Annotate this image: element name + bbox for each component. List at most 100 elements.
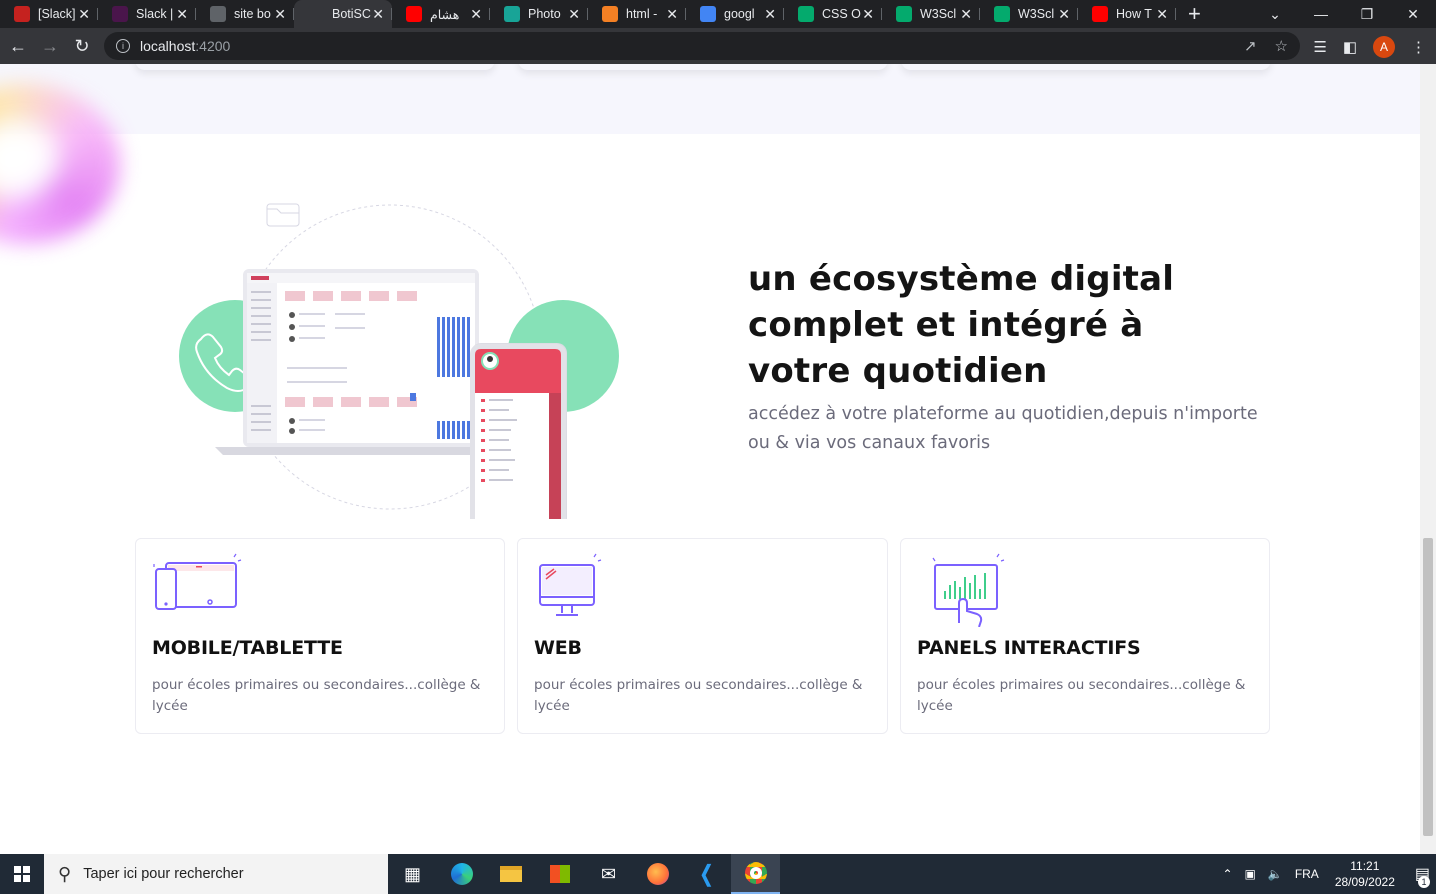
windows-logo-icon	[14, 866, 30, 882]
card-title: MOBILE/TABLETTE	[152, 637, 343, 659]
clock-time: 11:21	[1350, 859, 1380, 873]
angular-icon	[308, 6, 324, 22]
address-bar[interactable]: i localhost:4200 ↗ ☆	[104, 32, 1300, 60]
hero-title-line: complet et intégré à	[748, 305, 1144, 345]
tray-chevron-icon[interactable]: ⌃	[1222, 867, 1232, 881]
tab-close-icon[interactable]: ✕	[1058, 6, 1070, 23]
start-button[interactable]	[0, 854, 44, 894]
browser-tab[interactable]: هشام ✕	[392, 0, 490, 28]
tab-title: W3Scl	[920, 7, 957, 21]
card-web[interactable]: WEB pour écoles primaires ou secondaires…	[517, 538, 888, 734]
forward-button[interactable]: →	[34, 36, 66, 57]
card-title: WEB	[534, 637, 582, 659]
taskbar-search-placeholder: Taper ici pour rechercher	[83, 866, 244, 882]
task-view-icon[interactable]: ▦	[388, 854, 437, 894]
tab-title: Slack |	[136, 7, 174, 21]
hero-title-line: votre quotidien	[748, 351, 1048, 391]
page-scrollbar[interactable]	[1420, 64, 1436, 854]
tab-close-icon[interactable]: ✕	[960, 6, 972, 23]
clock[interactable]: 11:21 28/09/2022	[1335, 858, 1395, 890]
reload-button[interactable]: ↻	[66, 36, 98, 57]
browser-tab[interactable]: W3Scl ✕	[980, 0, 1078, 28]
tab-close-icon[interactable]: ✕	[1156, 6, 1168, 23]
tab-close-icon[interactable]: ✕	[372, 6, 384, 23]
store-icon[interactable]	[535, 854, 584, 894]
new-tab-button[interactable]: +	[1188, 1, 1201, 27]
taskbar-search-box[interactable]: ⚲ Taper ici pour rechercher	[44, 854, 388, 894]
url-host: localhost	[140, 38, 196, 54]
share-icon[interactable]: ↗	[1244, 37, 1257, 55]
browser-tab[interactable]: site bo ✕	[196, 0, 294, 28]
profile-avatar[interactable]: A	[1373, 36, 1395, 58]
google-icon	[700, 6, 716, 22]
browser-tab[interactable]: BotiSC ✕	[294, 0, 392, 28]
chrome-icon[interactable]	[731, 854, 780, 894]
file-explorer-icon[interactable]	[486, 854, 535, 894]
scrollbar-thumb[interactable]	[1423, 538, 1433, 836]
mail-icon[interactable]: ✉	[584, 854, 633, 894]
browser-tab[interactable]: How T ✕	[1078, 0, 1176, 28]
media-control-icon[interactable]: ☰	[1313, 38, 1326, 56]
restore-button[interactable]: ❐	[1344, 6, 1390, 23]
language-indicator[interactable]: FRA	[1295, 867, 1319, 881]
globe-icon	[210, 6, 226, 22]
previous-card	[518, 64, 888, 70]
gmail-icon	[14, 6, 30, 22]
browser-tab[interactable]: Slack | ✕	[98, 0, 196, 28]
hero-text-block: un écosystème digital complet et intégré…	[748, 256, 1308, 458]
tab-close-icon[interactable]: ✕	[568, 6, 580, 23]
search-icon: ⚲	[58, 863, 72, 884]
network-icon[interactable]: ▣	[1245, 867, 1256, 881]
tab-close-icon[interactable]: ✕	[470, 6, 482, 23]
back-button[interactable]: ←	[2, 36, 34, 57]
firefox-icon[interactable]	[633, 854, 682, 894]
card-description: pour écoles primaires ou secondaires...c…	[917, 677, 1246, 714]
tab-close-icon[interactable]: ✕	[176, 6, 188, 23]
tab-title: Photo	[528, 7, 561, 21]
clock-date: 28/09/2022	[1334, 875, 1395, 889]
browser-tab[interactable]: [Slack] ✕	[0, 0, 98, 28]
tab-title: [Slack]	[38, 7, 76, 21]
tab-title: BotiSC	[332, 7, 371, 21]
close-window-button[interactable]: ✕	[1390, 6, 1436, 23]
previous-section-band	[0, 64, 1420, 134]
tab-close-icon[interactable]: ✕	[862, 6, 874, 23]
window-controls: ⌄ — ❐ ✕	[1252, 0, 1436, 28]
browser-tab[interactable]: W3Scl ✕	[882, 0, 980, 28]
slack-icon	[112, 6, 128, 22]
browser-tab[interactable]: googl ✕	[686, 0, 784, 28]
card-description: pour écoles primaires ou secondaires...c…	[152, 677, 481, 714]
tab-title: site bo	[234, 7, 271, 21]
previous-card	[135, 64, 495, 70]
youtube-icon	[406, 6, 422, 22]
browser-tab[interactable]: html - ✕	[588, 0, 686, 28]
bookmark-star-icon[interactable]: ☆	[1275, 37, 1288, 55]
browser-menu-icon[interactable]: ⋮	[1411, 38, 1426, 56]
minimize-button[interactable]: —	[1298, 6, 1344, 22]
tab-title: CSS O	[822, 7, 861, 21]
vscode-icon[interactable]: ❬	[682, 854, 731, 894]
devices-illustration	[175, 199, 625, 541]
tab-close-icon[interactable]: ✕	[78, 6, 90, 23]
card-panels-interactifs[interactable]: PANELS INTERACTIFS pour écoles primaires…	[900, 538, 1270, 734]
w3schools-icon	[798, 6, 814, 22]
notification-count: 1	[1418, 876, 1430, 888]
interactive-panel-icon	[932, 553, 1005, 627]
card-title: PANELS INTERACTIFS	[917, 637, 1141, 659]
tab-close-icon[interactable]: ✕	[764, 6, 776, 23]
tab-title: W3Scl	[1018, 7, 1055, 21]
tab-title: How T	[1116, 7, 1152, 21]
site-info-icon[interactable]: i	[116, 39, 130, 53]
tab-search-chevron-icon[interactable]: ⌄	[1252, 6, 1298, 23]
volume-icon[interactable]: 🔈	[1268, 867, 1283, 881]
card-mobile-tablette[interactable]: MOBILE/TABLETTE pour écoles primaires ou…	[135, 538, 505, 734]
w3schools-icon	[994, 6, 1010, 22]
browser-tab[interactable]: Photo ✕	[490, 0, 588, 28]
browser-tab[interactable]: CSS O ✕	[784, 0, 882, 28]
tab-close-icon[interactable]: ✕	[274, 6, 286, 23]
tab-close-icon[interactable]: ✕	[666, 6, 678, 23]
windows-taskbar: ⚲ Taper ici pour rechercher ▦ ✉ ❬ ⌃ ▣ 🔈 …	[0, 854, 1436, 894]
side-panel-icon[interactable]: ◧	[1343, 38, 1357, 56]
edge-icon[interactable]	[437, 854, 486, 894]
notification-center-icon[interactable]: ▤ 1	[1415, 864, 1430, 888]
